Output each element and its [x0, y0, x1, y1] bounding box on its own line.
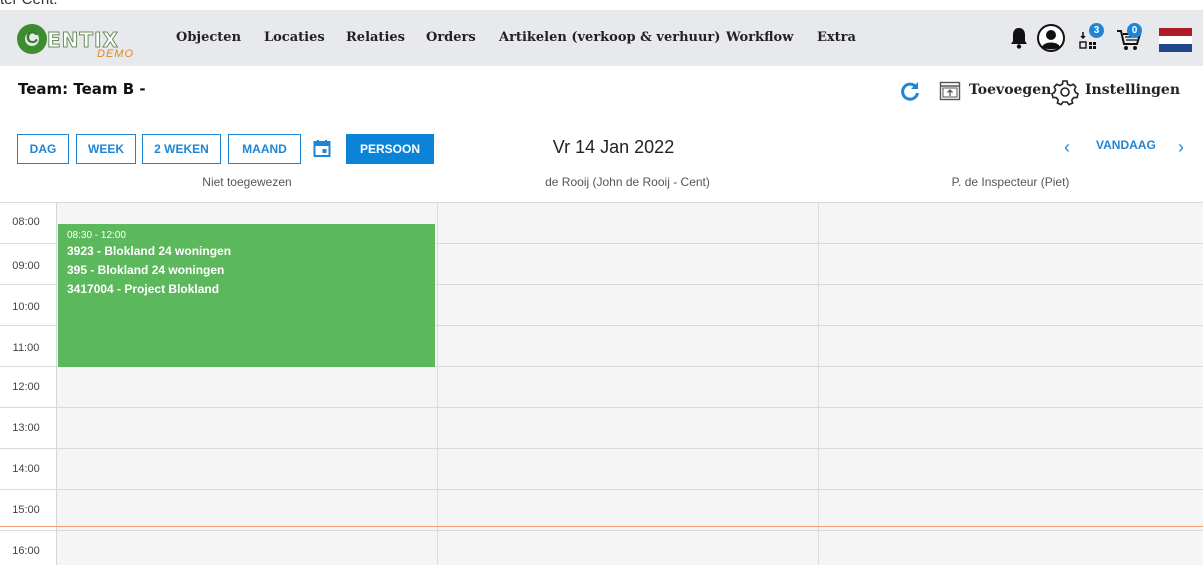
event-time: 08:30 - 12:00 — [67, 230, 126, 241]
refresh-icon[interactable] — [899, 80, 921, 102]
stray-top-text: ter Cent. — [0, 0, 60, 10]
logo-letter: C — [26, 28, 39, 47]
centix-logo[interactable]: C ENTIX DEMO — [17, 22, 147, 62]
settings-button[interactable]: Instellingen — [1085, 82, 1180, 98]
time-label: 14:00 — [12, 463, 40, 475]
hour-line — [0, 489, 1203, 490]
hour-line — [0, 407, 1203, 408]
event-line: 3417004 - Project Blokland — [67, 282, 220, 296]
view-person-button[interactable]: PERSOON — [346, 134, 434, 164]
column-header-unassigned: Niet toegewezen — [202, 175, 292, 189]
calendar-event[interactable]: 08:30 - 12:00 3923 - Blokland 24 woninge… — [58, 224, 435, 367]
logo-demo-label: DEMO — [97, 48, 134, 60]
nav-item-objecten[interactable]: Objecten — [176, 30, 241, 45]
user-icon[interactable] — [1037, 24, 1065, 52]
hour-line — [0, 448, 1203, 449]
nav-item-orders[interactable]: Orders — [426, 30, 476, 45]
top-navbar: C ENTIX DEMO Objecten Locaties Relaties … — [0, 10, 1203, 66]
time-label: 16:00 — [12, 545, 40, 557]
chevron-left-icon[interactable]: ‹ — [1064, 137, 1080, 157]
flag-nl-icon[interactable] — [1159, 28, 1192, 52]
time-label: 13:00 — [12, 422, 40, 434]
tasks-badge: 3 — [1089, 23, 1104, 38]
view-month-button[interactable]: MAAND — [228, 134, 301, 164]
add-button[interactable]: Toevoegen — [969, 82, 1051, 98]
hour-line — [0, 530, 1203, 531]
column-header-inspecteur: P. de Inspecteur (Piet) — [951, 175, 1070, 189]
time-label: 11:00 — [12, 342, 40, 354]
current-time-indicator — [0, 526, 1203, 527]
chevron-right-icon[interactable]: › — [1178, 137, 1194, 157]
hour-line — [0, 202, 1203, 203]
nav-item-relaties[interactable]: Relaties — [346, 30, 405, 45]
gear-icon[interactable] — [1051, 78, 1079, 106]
cart-icon[interactable]: 0 — [1115, 23, 1143, 52]
column-divider — [818, 202, 819, 565]
column-divider — [437, 202, 438, 565]
tasks-icon[interactable]: 3 — [1077, 23, 1104, 52]
page-title: Team: Team B - — [18, 80, 146, 98]
nav-right-icons: 3 0 — [993, 10, 1203, 66]
nav-item-extra[interactable]: Extra — [817, 30, 856, 45]
event-line: 395 - Blokland 24 woningen — [67, 263, 225, 277]
nav-item-artikelen[interactable]: Artikelen (verkoop & verhuur) — [499, 30, 720, 45]
event-line: 3923 - Blokland 24 woningen — [67, 244, 232, 258]
time-label: 15:00 — [12, 504, 40, 516]
nav-item-locaties[interactable]: Locaties — [264, 30, 325, 45]
time-label: 08:00 — [12, 216, 40, 228]
header-actions: Toevoegen Instellingen — [883, 72, 1203, 112]
view-week-button[interactable]: WEEK — [76, 134, 136, 164]
column-header-de-rooij: de Rooij (John de Rooij - Cent) — [545, 175, 710, 189]
cart-badge: 0 — [1127, 23, 1142, 38]
view-day-button[interactable]: DAG — [17, 134, 69, 164]
bell-icon[interactable] — [1009, 27, 1029, 49]
add-window-icon[interactable] — [939, 80, 961, 102]
nav-item-workflow[interactable]: Workflow — [726, 30, 793, 45]
calendar-grid: 08:00 09:00 10:00 11:00 12:00 13:00 14:0… — [0, 202, 1203, 565]
view-2weeks-button[interactable]: 2 WEKEN — [142, 134, 221, 164]
time-label: 09:00 — [12, 260, 40, 272]
calendar-icon[interactable] — [313, 139, 331, 157]
time-label: 10:00 — [12, 301, 40, 313]
today-button[interactable]: VANDAAG — [1096, 138, 1156, 152]
time-label: 12:00 — [12, 381, 40, 393]
